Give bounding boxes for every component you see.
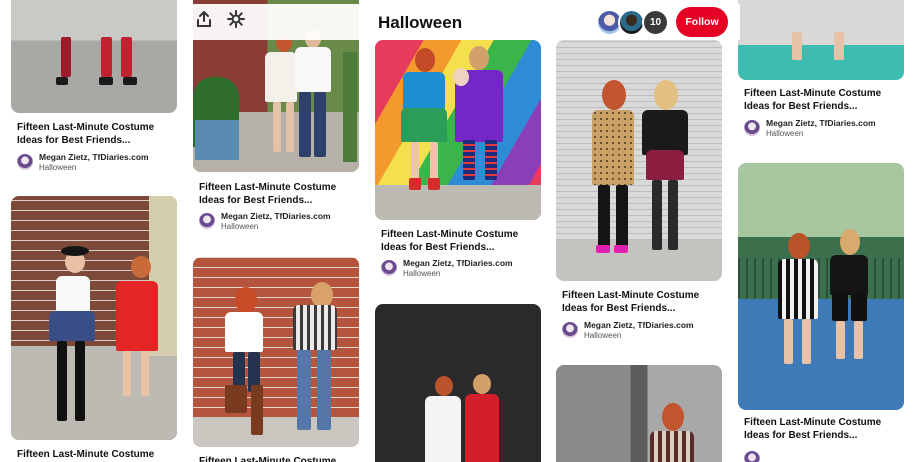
board-name[interactable]: Halloween <box>766 129 803 138</box>
avatar[interactable] <box>381 260 397 276</box>
pin-column-4: Fifteen Last-Minute Costume Ideas for Be… <box>556 0 722 462</box>
pin-image[interactable] <box>193 257 359 447</box>
author-name[interactable]: Megan Zietz, TfDiaries.com <box>766 118 876 128</box>
pin-image[interactable] <box>375 304 541 462</box>
avatar[interactable] <box>744 451 760 462</box>
pin-title[interactable]: Fifteen Last-Minute Costume Ideas for Be… <box>17 121 175 147</box>
pin-attribution: Megan Zietz, TfDiaries.com Halloween <box>381 258 539 280</box>
avatar[interactable] <box>744 120 760 136</box>
pin-column-3: Fifteen Last-Minute Costume Ideas for Be… <box>375 0 541 462</box>
board-name[interactable]: Halloween <box>584 331 621 340</box>
pin-column-1: Fifteen Last-Minute Costume Ideas for Be… <box>11 0 177 462</box>
pin-title[interactable]: Fifteen Last-Minute Costume Ideas <box>17 448 175 462</box>
sparkle-icon[interactable] <box>225 10 247 32</box>
board-name[interactable]: Halloween <box>39 163 76 172</box>
pin-attribution <box>744 449 902 462</box>
pin-image[interactable] <box>738 0 904 80</box>
pin-image[interactable] <box>556 40 722 281</box>
pin-attribution: Megan Zietz, TfDiaries.com Halloween <box>562 320 720 342</box>
pin-title[interactable]: Fifteen Last-Minute Costume Ideas for Be… <box>744 87 902 113</box>
avatar[interactable] <box>17 154 33 170</box>
pin-attribution: Megan Zietz, TfDiaries.com Halloween <box>744 118 902 140</box>
author-name[interactable]: Megan Zietz, TfDiaries.com <box>221 211 331 221</box>
pin-attribution: Megan Zietz, TfDiaries.com Halloween <box>17 152 175 174</box>
avatar[interactable] <box>562 322 578 338</box>
author-name[interactable]: Megan Zietz, TfDiaries.com <box>584 320 694 330</box>
pin-image[interactable] <box>556 365 722 462</box>
board-name[interactable]: Halloween <box>403 269 440 278</box>
pin-image[interactable] <box>375 40 541 220</box>
pin-title[interactable]: Fifteen Last-Minute Costume Ideas <box>199 455 357 462</box>
collaborator-count[interactable]: 10 <box>642 9 669 36</box>
avatar[interactable] <box>618 9 645 36</box>
pin-column-2: Fifteen Last-Minute Costume Ideas for Be… <box>193 0 359 462</box>
pin-image[interactable] <box>738 163 904 410</box>
avatar[interactable] <box>199 213 215 229</box>
author-name[interactable]: Megan Zietz, TfDiaries.com <box>39 152 149 162</box>
pin-title[interactable]: Fifteen Last-Minute Costume Ideas for Be… <box>744 416 902 442</box>
author-name[interactable]: Megan Zietz, TfDiaries.com <box>403 258 513 268</box>
board-title: Halloween <box>378 13 463 32</box>
pin-actions <box>193 10 263 34</box>
collaborators[interactable]: 10 <box>596 9 670 37</box>
follow-button[interactable]: Follow <box>676 7 728 37</box>
pin-image[interactable] <box>11 196 177 440</box>
pin-column-5: Fifteen Last-Minute Costume Ideas for Be… <box>738 0 904 462</box>
share-icon[interactable] <box>193 10 215 32</box>
pin-attribution: Megan Zietz, TfDiaries.com Halloween <box>199 211 357 233</box>
board-name[interactable]: Halloween <box>221 222 258 231</box>
pin-image[interactable] <box>11 0 177 113</box>
pin-title[interactable]: Fifteen Last-Minute Costume Ideas for Be… <box>562 289 720 315</box>
pin-title[interactable]: Fifteen Last-Minute Costume Ideas for Be… <box>381 228 539 254</box>
pin-title[interactable]: Fifteen Last-Minute Costume Ideas for Be… <box>199 181 357 207</box>
